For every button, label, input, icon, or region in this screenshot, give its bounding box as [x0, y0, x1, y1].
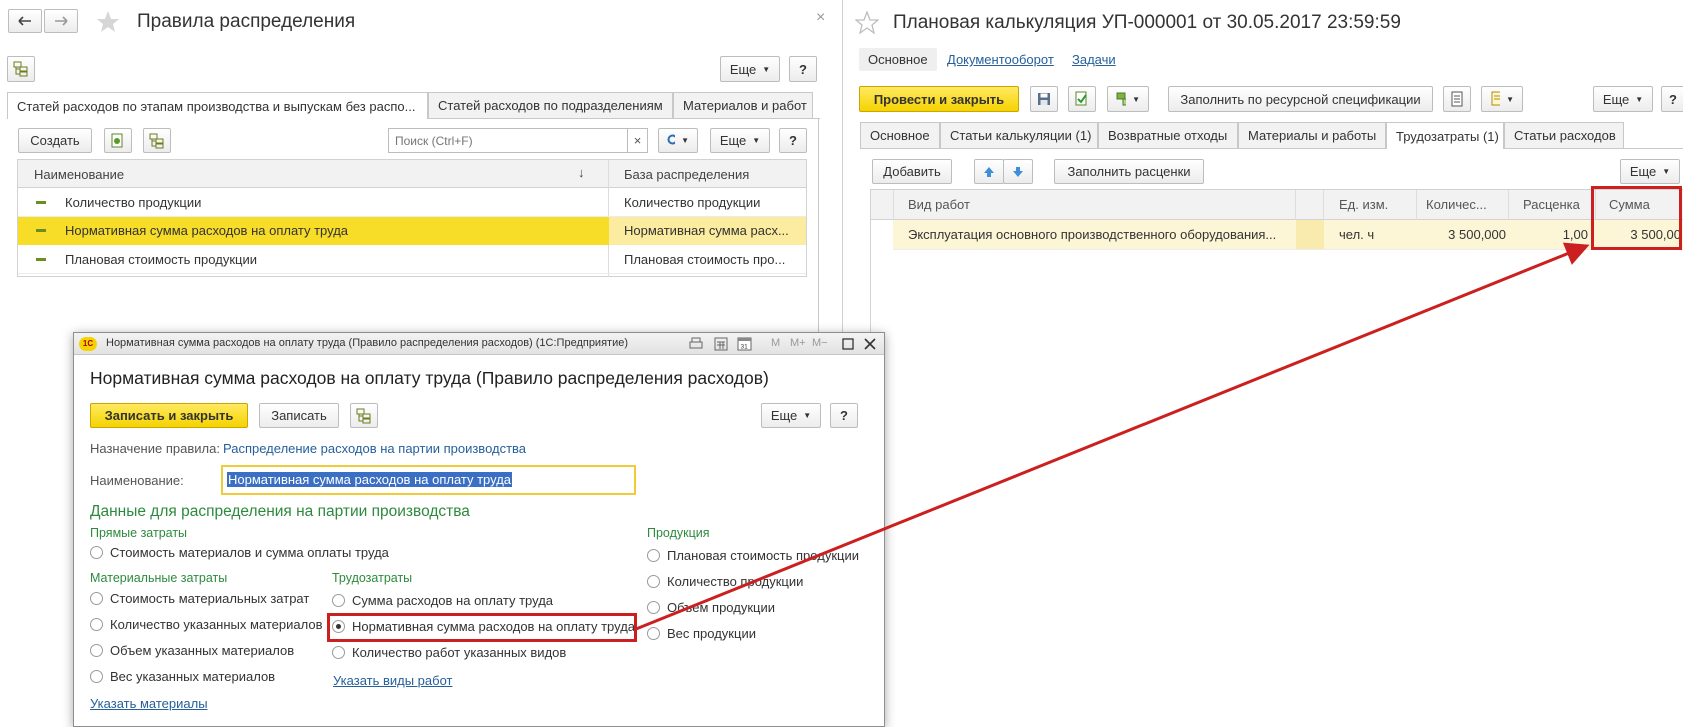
arrow-line	[635, 242, 1590, 631]
annotation-arrow	[635, 242, 1590, 631]
